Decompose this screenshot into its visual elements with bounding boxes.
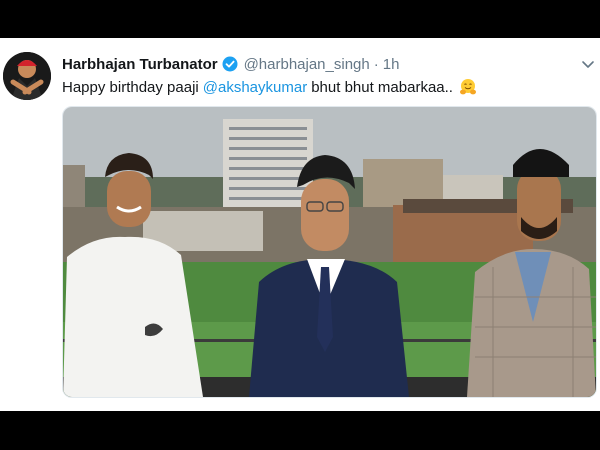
hugging-face-emoji-icon — [459, 78, 477, 96]
tweet-text-before: Happy birthday paaji — [62, 78, 199, 96]
tweet-text-after: bhut bhut mabarkaa.. — [311, 78, 453, 96]
verified-badge-icon — [222, 56, 238, 72]
timestamp[interactable]: 1h — [383, 56, 400, 73]
separator-dot: · — [373, 55, 379, 73]
letterbox-bottom — [0, 411, 600, 450]
chevron-down-icon[interactable] — [580, 56, 596, 72]
tweet-text: Happy birthday paaji @akshaykumar bhut b… — [62, 78, 477, 96]
tweet-photo[interactable] — [62, 106, 597, 398]
avatar[interactable] — [3, 52, 51, 100]
user-handle[interactable]: @harbhajan_singh — [244, 56, 370, 73]
tweet-header: Harbhajan Turbanator @harbhajan_singh · … — [62, 54, 399, 74]
display-name[interactable]: Harbhajan Turbanator — [62, 56, 218, 73]
letterbox-top — [0, 0, 600, 38]
tweet-card: Harbhajan Turbanator @harbhajan_singh · … — [0, 38, 600, 411]
mention-link[interactable]: @akshaykumar — [203, 79, 307, 96]
